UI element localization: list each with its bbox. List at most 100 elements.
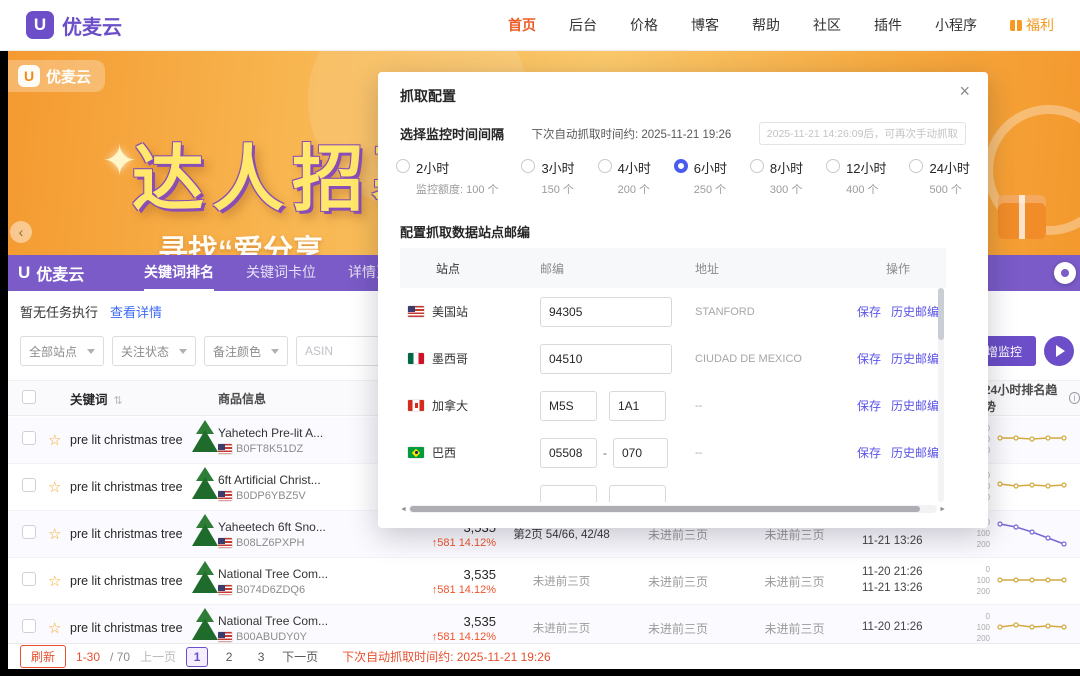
interval-option-3h[interactable]: 3小时150 个 <box>521 158 574 197</box>
tab-keyword-rank[interactable]: 关键词排名 <box>144 255 214 291</box>
nav-item-home[interactable]: 首页 <box>508 15 536 35</box>
toolbar-tabs: 关键词排名 关键词卡位 详情页排名 <box>144 255 418 291</box>
save-link[interactable]: 保存 <box>857 350 881 367</box>
asin-input[interactable] <box>296 336 380 366</box>
close-icon[interactable]: × <box>959 81 970 102</box>
interval-option-12h[interactable]: 12小时400 个 <box>826 158 886 197</box>
us-flag-icon <box>218 444 232 454</box>
address-column-header: 地址 <box>690 260 850 277</box>
nav-item-welfare-label: 福利 <box>1026 15 1054 35</box>
task-status-text: 暂无任务执行 <box>20 302 98 321</box>
interval-option-4h[interactable]: 4小时200 个 <box>598 158 651 197</box>
refresh-button[interactable]: 刷新 <box>20 645 66 668</box>
interval-option-8h[interactable]: 8小时300 个 <box>750 158 803 197</box>
zip-input[interactable] <box>609 485 666 503</box>
row-checkbox[interactable] <box>22 478 36 492</box>
sort-icon[interactable]: ⇅ <box>114 395 123 407</box>
nav-item-blog[interactable]: 博客 <box>691 15 719 35</box>
nav-item-backend[interactable]: 后台 <box>569 15 597 35</box>
rank-page-cell: 未进前三页 <box>504 620 619 636</box>
save-link[interactable]: 保存 <box>857 444 881 461</box>
info-icon[interactable]: i <box>1069 392 1080 404</box>
tab-keyword-slot[interactable]: 关键词卡位 <box>246 255 316 291</box>
favorite-star-icon[interactable]: ☆ <box>48 432 61 449</box>
note-color-select[interactable]: 备注颜色 <box>204 336 288 366</box>
save-link[interactable]: 保存 <box>857 397 881 414</box>
page-2-button[interactable]: 2 <box>218 647 240 667</box>
row-checkbox[interactable] <box>22 525 36 539</box>
zip-input[interactable] <box>613 438 668 468</box>
interval-option-24h[interactable]: 24小时500 个 <box>909 158 969 197</box>
scroll-right-icon[interactable]: ► <box>939 506 946 513</box>
horizontal-scrollbar-track[interactable] <box>409 505 937 513</box>
page-3-button[interactable]: 3 <box>250 647 272 667</box>
zip-input[interactable] <box>540 391 597 421</box>
radio-icon <box>750 159 764 173</box>
horizontal-scrollbar[interactable]: ◄ ► <box>400 504 946 514</box>
toolbar-brand-logo[interactable]: U 优麦云 <box>18 261 122 285</box>
spark-axis: 0100200 <box>966 613 990 643</box>
scroll-left-icon[interactable]: ◄ <box>400 506 407 513</box>
vertical-scrollbar-thumb[interactable] <box>938 288 944 340</box>
search-volume: 3,535 <box>463 614 496 629</box>
site-filter-label: 全部站点 <box>29 343 77 360</box>
horizontal-scrollbar-thumb[interactable] <box>410 506 920 512</box>
follow-status-label: 关注状态 <box>121 343 169 360</box>
zip-input[interactable] <box>540 485 597 503</box>
interval-option-6h[interactable]: 6小时250 个 <box>674 158 727 197</box>
nav-item-help[interactable]: 帮助 <box>752 15 780 35</box>
zip-column-header: 邮编 <box>535 260 690 277</box>
start-crawl-button[interactable] <box>1044 336 1074 366</box>
follow-status-select[interactable]: 关注状态 <box>112 336 196 366</box>
option-quota: 监控额度: 100 个 <box>416 181 499 197</box>
radio-icon <box>598 159 612 173</box>
option-quota: 300 个 <box>770 181 803 197</box>
row-checkbox[interactable] <box>22 619 36 633</box>
site-column-header: 站点 <box>400 260 535 277</box>
zip-input[interactable] <box>540 438 597 468</box>
history-zip-link[interactable]: 历史邮编 <box>891 444 939 461</box>
option-quota: 250 个 <box>694 181 727 197</box>
date-line: 11-21 13:26 <box>862 581 962 597</box>
vertical-scrollbar[interactable] <box>938 288 944 502</box>
page-1-button[interactable]: 1 <box>186 647 208 667</box>
brand-logo[interactable]: U 优麦云 <box>26 11 122 40</box>
nav-item-community[interactable]: 社区 <box>813 15 841 35</box>
row-checkbox[interactable] <box>22 431 36 445</box>
app-window: U 优麦云 首页 后台 价格 博客 帮助 社区 插件 小程序 福利 U 优麦云 … <box>0 0 1080 676</box>
note-color-label: 备注颜色 <box>213 343 261 360</box>
rank-cell: 未进前三页 <box>737 526 852 543</box>
nav-item-pricing[interactable]: 价格 <box>630 15 658 35</box>
interval-option-2h[interactable]: 2小时监控额度: 100 个 <box>396 158 499 197</box>
history-zip-link[interactable]: 历史邮编 <box>891 350 939 367</box>
banner-prev-button[interactable]: ‹ <box>10 221 32 243</box>
site-name: 巴西 <box>432 444 456 461</box>
select-all-checkbox[interactable] <box>22 390 36 404</box>
zip-input[interactable] <box>540 297 672 327</box>
save-link[interactable]: 保存 <box>857 303 881 320</box>
table-row[interactable]: ☆ pre lit christmas tree National Tree C… <box>8 558 1080 605</box>
history-zip-link[interactable]: 历史邮编 <box>891 303 939 320</box>
zip-input[interactable] <box>540 344 672 374</box>
interval-section-label: 选择监控时间间隔 <box>400 124 504 143</box>
prev-page-button[interactable]: 上一页 <box>140 648 176 665</box>
favorite-star-icon[interactable]: ☆ <box>48 526 61 543</box>
product-asin: B08LZ6PXPH <box>236 537 304 549</box>
favorite-star-icon[interactable]: ☆ <box>48 479 61 496</box>
rank-page-cell: 第2页 54/66, 42/48 <box>504 526 619 542</box>
view-details-link[interactable]: 查看详情 <box>110 302 162 321</box>
zip-input[interactable] <box>609 391 666 421</box>
favorite-star-icon[interactable]: ☆ <box>48 620 61 637</box>
zipcode-row-mx: 墨西哥 CIUDAD DE MEXICO 保存 历史邮编 <box>400 335 946 382</box>
next-page-button[interactable]: 下一页 <box>282 648 318 665</box>
nav-item-plugin[interactable]: 插件 <box>874 15 902 35</box>
nav-item-miniapp[interactable]: 小程序 <box>935 15 977 35</box>
floating-widget-icon[interactable] <box>1054 262 1076 284</box>
product-title: Yaheetech 6ft Sno... <box>218 520 364 534</box>
row-checkbox[interactable] <box>22 572 36 586</box>
site-name: 美国站 <box>432 303 468 320</box>
nav-item-welfare[interactable]: 福利 <box>1010 15 1054 35</box>
history-zip-link[interactable]: 历史邮编 <box>891 397 939 414</box>
site-filter-select[interactable]: 全部站点 <box>20 336 104 366</box>
favorite-star-icon[interactable]: ☆ <box>48 573 61 590</box>
